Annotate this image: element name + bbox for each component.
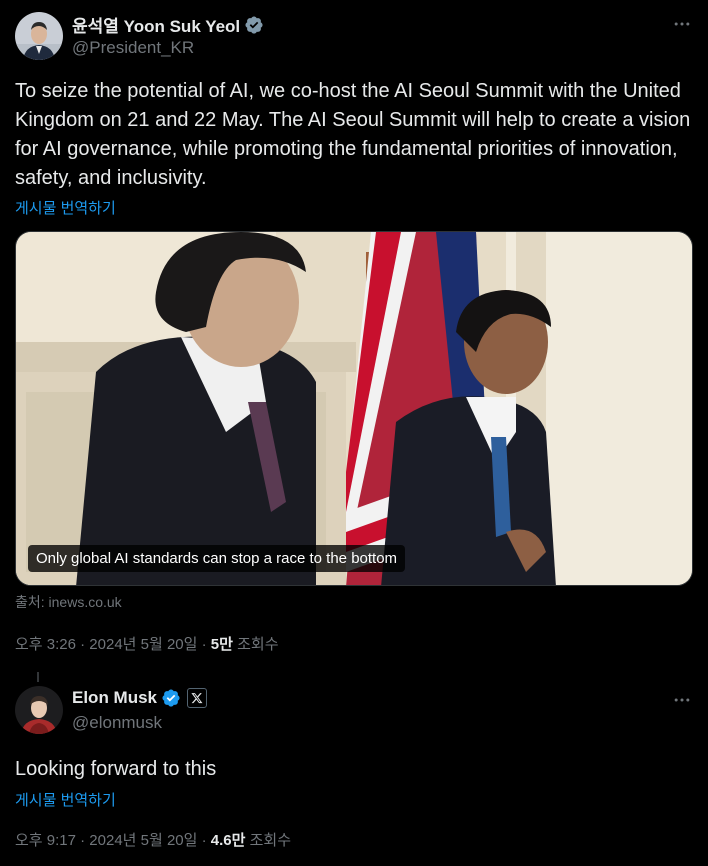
- verified-badge-icon: [161, 688, 181, 708]
- tweet-media-image[interactable]: [15, 231, 693, 586]
- tweet-metadata: 오후 9:17 · 2024년 5월 20일 · 4.6만 조회수: [15, 829, 291, 850]
- views-label: 조회수: [232, 636, 279, 653]
- more-horizontal-icon[interactable]: [672, 690, 692, 715]
- media-source[interactable]: 출처: inews.co.uk: [15, 592, 122, 612]
- timestamp[interactable]: 오후 9:17 · 2024년 5월 20일 ·: [15, 832, 211, 849]
- thread-connector: [37, 672, 39, 682]
- display-name-row[interactable]: Elon Musk: [72, 688, 208, 708]
- views-count: 5만: [210, 636, 233, 653]
- views-count: 4.6만: [210, 832, 246, 849]
- avatar[interactable]: [15, 12, 63, 60]
- tweet-text: To seize the potential of AI, we co-host…: [15, 80, 691, 189]
- more-horizontal-icon[interactable]: [672, 14, 692, 39]
- display-name[interactable]: Elon Musk: [72, 688, 157, 708]
- translate-post-link[interactable]: 게시물 번역하기: [15, 197, 116, 218]
- translate-post-link[interactable]: 게시물 번역하기: [15, 789, 116, 810]
- handle[interactable]: @elonmusk: [72, 713, 162, 733]
- display-name-row[interactable]: 윤석열 Yoon Suk Yeol: [72, 12, 264, 37]
- x-logo-icon[interactable]: [187, 688, 208, 708]
- tweet-metadata: 오후 3:26 · 2024년 5월 20일 · 5만 조회수: [15, 633, 279, 654]
- timestamp[interactable]: 오후 3:26 · 2024년 5월 20일 ·: [15, 636, 211, 653]
- avatar[interactable]: [15, 686, 63, 734]
- media-caption: Only global AI standards can stop a race…: [28, 545, 406, 572]
- display-name[interactable]: 윤석열 Yoon Suk Yeol: [72, 12, 240, 37]
- handle[interactable]: @President_KR: [72, 38, 194, 58]
- tweet-text: Looking forward to this: [15, 758, 217, 780]
- verified-badge-icon: [244, 15, 264, 35]
- views-label: 조회수: [245, 832, 291, 849]
